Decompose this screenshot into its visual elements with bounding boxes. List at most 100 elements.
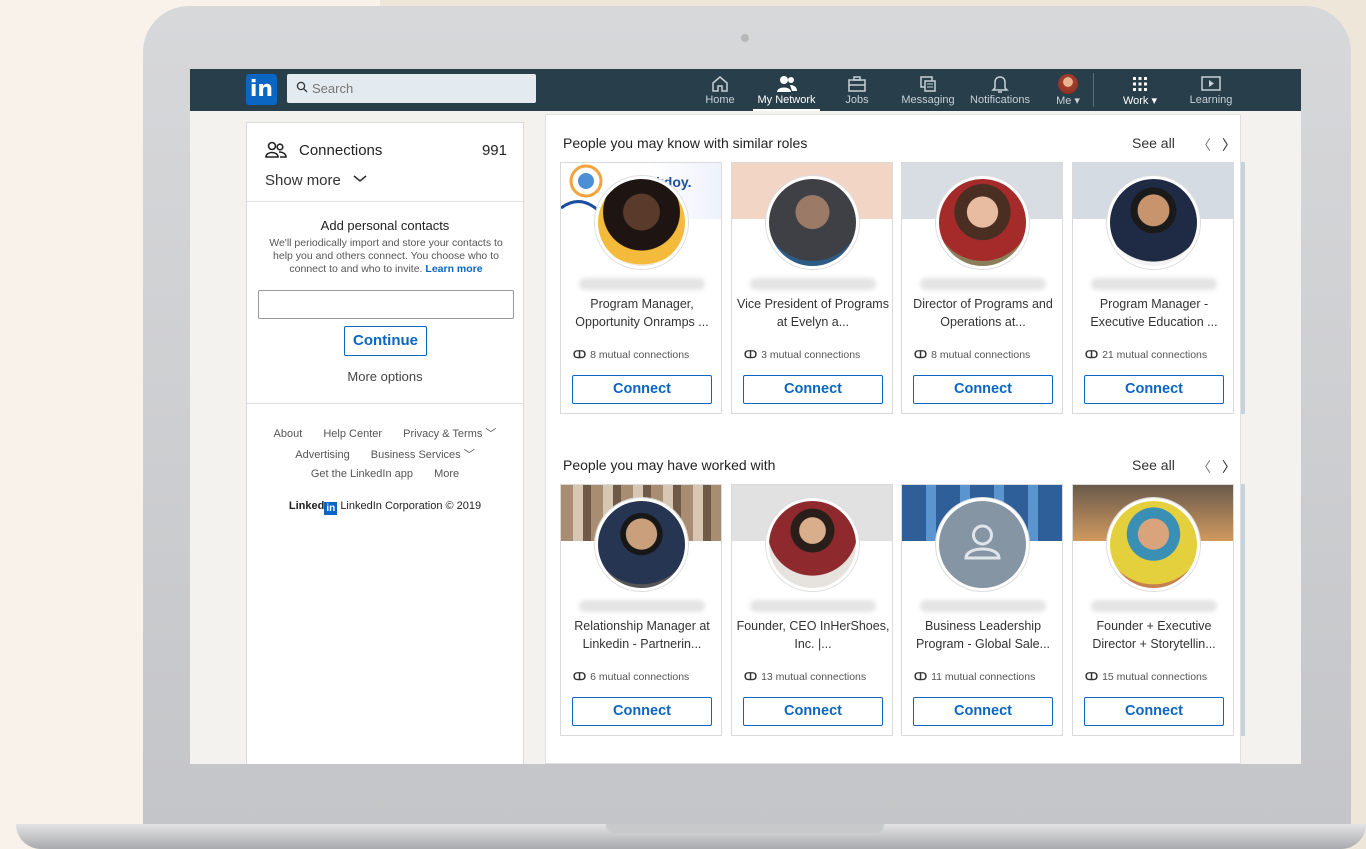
nav-learning[interactable]: Learning <box>1185 74 1237 111</box>
name-redacted <box>750 278 876 290</box>
person-card[interactable]: Vice President of Programs at Evelyn a..… <box>731 162 893 414</box>
home-icon <box>712 76 728 92</box>
mutual-text: 8 mutual connections <box>590 349 690 361</box>
footer-privacy-terms[interactable]: Privacy & Terms ﹀ <box>403 428 496 440</box>
chevron-left-icon[interactable]: 〈 <box>1197 457 1211 477</box>
person-card[interactable]: Business Leadership Program - Global Sal… <box>901 484 1063 736</box>
email-field[interactable] <box>258 290 514 319</box>
footer-get-app[interactable]: Get the LinkedIn app <box>311 468 413 480</box>
avatar <box>766 176 859 269</box>
nav-my-network-label: My Network <box>757 94 816 106</box>
copyright-text: LinkedIn Corporation © 2019 <box>340 500 482 512</box>
chevron-right-icon[interactable]: 〉 <box>1222 457 1236 477</box>
copyright: Linked in LinkedIn Corporation © 2019 <box>247 500 523 515</box>
card-role: Vice President of Programs at Evelyn a..… <box>737 297 889 329</box>
mutual-icon: ↀ <box>744 349 758 361</box>
search-icon <box>296 81 308 93</box>
chevron-left-icon[interactable]: 〈 <box>1197 135 1211 155</box>
show-more-button[interactable]: Show more <box>265 172 367 189</box>
search-box[interactable] <box>287 74 536 103</box>
laptop-screen: in Home My Network Jobs Messaging Notifi… <box>190 69 1301 764</box>
connections-row[interactable]: Connections 991 <box>265 139 507 161</box>
play-icon <box>1201 76 1221 91</box>
card-role: Founder, CEO InHerShoes, Inc. |... <box>736 619 890 651</box>
nav-notifications[interactable]: Notifications <box>965 74 1035 111</box>
footer-advertising[interactable]: Advertising <box>295 449 349 461</box>
bell-icon <box>991 76 1009 93</box>
mutual-connections: ↀ8 mutual connections <box>573 349 689 361</box>
connect-button[interactable]: Connect <box>743 697 883 726</box>
name-redacted <box>579 600 705 612</box>
avatar <box>1058 74 1078 94</box>
linkedin-logo[interactable]: in <box>246 74 277 105</box>
nav-home[interactable]: Home <box>700 74 740 111</box>
connect-button[interactable]: Connect <box>1084 375 1224 404</box>
avatar <box>766 498 859 591</box>
person-card[interactable]: Relationship Manager at Linkedin - Partn… <box>560 484 722 736</box>
search-input[interactable] <box>312 74 527 103</box>
chevron-right-icon[interactable]: 〉 <box>1222 135 1236 155</box>
name-redacted <box>920 600 1046 612</box>
mutual-connections: ↀ 11 mutual connections <box>914 671 1035 683</box>
nav-my-network[interactable]: My Network <box>753 74 820 111</box>
footer-more[interactable]: More <box>434 468 459 480</box>
see-all-link[interactable]: See all <box>1132 135 1175 151</box>
next-card-peek <box>1241 162 1245 414</box>
messaging-icon <box>920 76 936 92</box>
connect-button[interactable]: Connect <box>913 375 1053 404</box>
connections-label: Connections <box>299 141 383 159</box>
mutual-connections: ↀ 15 mutual connections <box>1085 671 1207 683</box>
mutual-icon: ↀ <box>914 349 928 361</box>
person-card[interactable]: Founder + Executive Director + Storytell… <box>1072 484 1234 736</box>
connect-button[interactable]: Connect <box>1084 697 1224 726</box>
footer-about[interactable]: About <box>274 428 303 440</box>
next-card-peek <box>1241 484 1245 736</box>
network-icon <box>776 76 797 92</box>
nav-work[interactable]: Work ▾ <box>1116 74 1164 111</box>
connect-button[interactable]: Connect <box>572 697 712 726</box>
connections-count: 991 <box>481 141 507 159</box>
card-role: Director of Programs and Operations at..… <box>913 297 1053 329</box>
person-card[interactable]: kdoy. Program Manager, Opportunity Onram… <box>560 162 722 414</box>
nav-jobs-label: Jobs <box>845 94 869 106</box>
nav-messaging[interactable]: Messaging <box>897 74 959 111</box>
footer-row-2: Advertising Business Services ﹀ <box>247 446 523 462</box>
mutual-icon: ↀ <box>744 671 758 683</box>
divider <box>247 403 523 404</box>
connect-button[interactable]: Connect <box>913 697 1053 726</box>
name-redacted <box>579 278 705 290</box>
mutual-text: 3 mutual connections <box>761 349 861 361</box>
top-nav: in Home My Network Jobs Messaging Notifi… <box>190 69 1301 111</box>
mutual-connections: ↀ8 mutual connections <box>914 349 1030 361</box>
nav-jobs[interactable]: Jobs <box>837 74 877 111</box>
learn-more-link[interactable]: Learn more <box>425 263 482 275</box>
mutual-icon: ↀ <box>914 671 928 683</box>
person-card[interactable]: Director of Programs and Operations at..… <box>901 162 1063 414</box>
footer-business-services[interactable]: Business Services ﹀ <box>371 449 475 461</box>
nav-me[interactable]: Me ▾ <box>1050 74 1086 111</box>
footer-help-center[interactable]: Help Center <box>323 428 382 440</box>
laptop-notch <box>606 824 884 833</box>
person-card[interactable]: Founder, CEO InHerShoes, Inc. |... ↀ 13 m… <box>731 484 893 736</box>
avatar <box>1107 498 1200 591</box>
connect-button[interactable]: Connect <box>572 375 712 404</box>
mutual-icon: ↀ <box>573 671 587 683</box>
avatar <box>936 498 1029 591</box>
continue-button[interactable]: Continue <box>344 326 427 356</box>
briefcase-icon <box>848 76 866 92</box>
connect-button[interactable]: Connect <box>743 375 883 404</box>
section-title: People you may have worked with <box>563 457 776 473</box>
main-panel: People you may know with similar roles S… <box>545 114 1245 764</box>
more-options-link[interactable]: More options <box>247 369 523 384</box>
see-all-link[interactable]: See all <box>1132 457 1175 473</box>
nav-me-label: Me ▾ <box>1056 95 1080 107</box>
grid-icon <box>1133 77 1147 91</box>
mutual-connections: ↀ 21 mutual connections <box>1085 349 1207 361</box>
mutual-text: 8 mutual connections <box>931 349 1031 361</box>
mutual-icon: ↀ <box>573 349 587 361</box>
person-card[interactable]: Program Manager - Executive Education ..… <box>1072 162 1234 414</box>
nav-notifications-label: Notifications <box>970 94 1030 106</box>
mutual-text: 13 mutual connections <box>761 671 867 683</box>
linkedin-in-logo: in <box>324 502 338 515</box>
left-panel: Connections 991 Show more Add personal c… <box>246 122 524 764</box>
